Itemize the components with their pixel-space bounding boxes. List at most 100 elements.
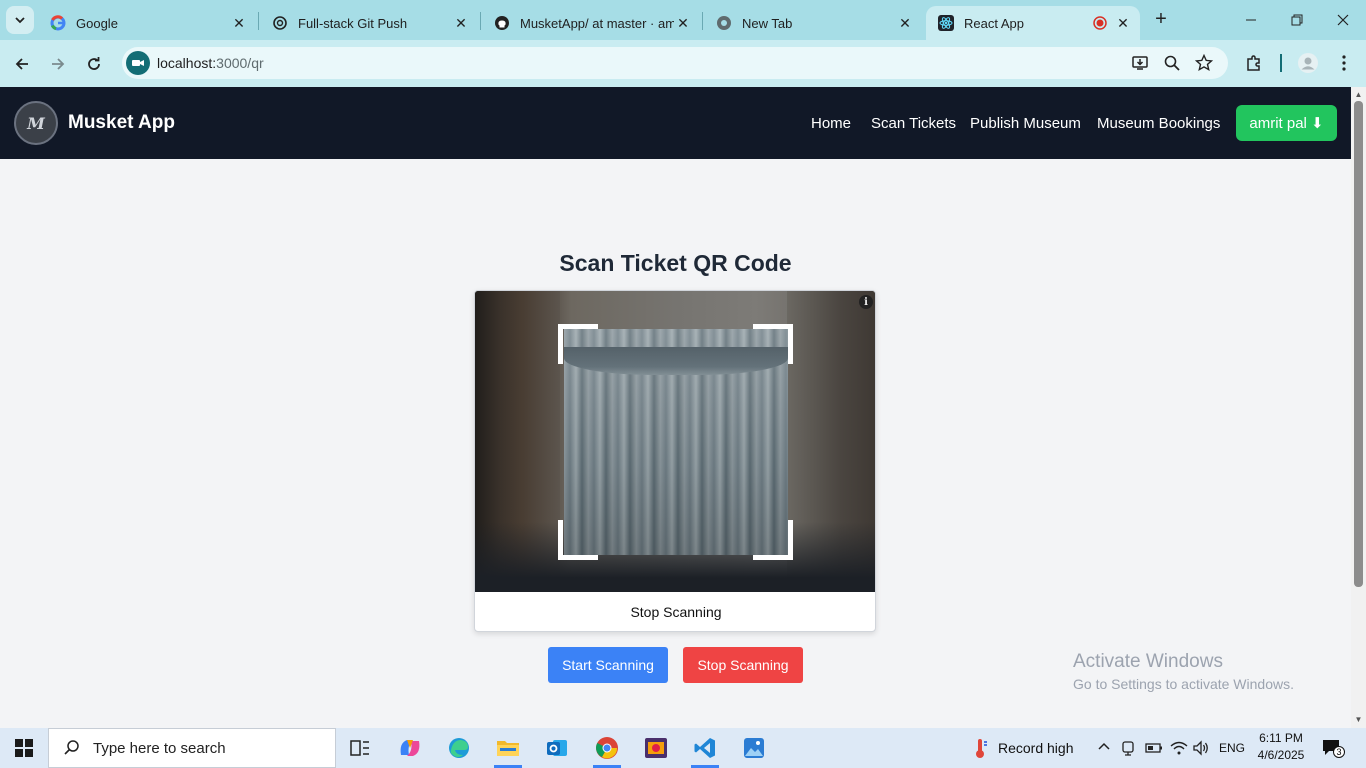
minimize-button[interactable]: [1228, 0, 1274, 40]
vscode-app[interactable]: [681, 728, 729, 768]
qr-scanner: i Stop Scanning: [474, 290, 876, 632]
tab-divider: [480, 12, 481, 30]
google-icon: [50, 15, 66, 31]
tab-new-tab[interactable]: New Tab ✕: [704, 6, 922, 40]
star-icon: [1195, 54, 1213, 72]
media-app[interactable]: [632, 728, 680, 768]
profile-button[interactable]: [1297, 52, 1319, 74]
scroll-down-icon[interactable]: ▼: [1352, 713, 1365, 725]
camera-icon: [132, 60, 144, 66]
clock-date: 4/6/2025: [1257, 748, 1305, 762]
url-text[interactable]: localhost:3000/qr: [157, 55, 264, 71]
stop-scanning-button[interactable]: Stop Scanning: [683, 647, 803, 683]
notification-center-button[interactable]: 3: [1322, 738, 1345, 758]
scanner-stop-link[interactable]: Stop Scanning: [475, 592, 875, 631]
close-icon[interactable]: ✕: [1114, 14, 1132, 32]
extensions-button[interactable]: [1243, 52, 1265, 74]
watermark-subtitle: Go to Settings to activate Windows.: [1073, 676, 1294, 692]
logo-text: M: [27, 113, 45, 133]
nav-home[interactable]: Home: [811, 115, 851, 132]
file-explorer-app[interactable]: [484, 728, 532, 768]
address-bar[interactable]: [122, 47, 1228, 79]
tab-title: MusketApp/ at master · amri: [520, 15, 674, 31]
tab-divider: [258, 12, 259, 30]
nav-scan-tickets[interactable]: Scan Tickets: [871, 115, 956, 132]
media-player-icon: [645, 738, 667, 758]
bookmark-button[interactable]: [1193, 52, 1215, 74]
reload-icon: [88, 57, 100, 70]
close-window-button[interactable]: [1320, 0, 1366, 40]
reload-button[interactable]: [80, 50, 108, 78]
tab-react-app[interactable]: React App ✕: [926, 6, 1140, 40]
tab-title: Full-stack Git Push: [298, 15, 408, 31]
start-scanning-button[interactable]: Start Scanning: [548, 647, 668, 683]
chevron-up-icon[interactable]: [1097, 740, 1111, 759]
clock-time: 6:11 PM: [1259, 731, 1303, 745]
restore-icon: [1291, 14, 1303, 26]
app-logo[interactable]: M: [14, 101, 58, 145]
nav-publish-museum[interactable]: Publish Museum: [970, 115, 1081, 132]
arrow-left-icon: [15, 58, 28, 70]
forward-button[interactable]: [44, 50, 72, 78]
photos-app[interactable]: [730, 728, 778, 768]
scan-corner-marker: [753, 520, 793, 560]
volume-icon[interactable]: [1192, 740, 1210, 761]
user-menu-button[interactable]: amrit pal ⬇: [1236, 105, 1337, 141]
zoom-button[interactable]: [1161, 52, 1183, 74]
notification-count: 3: [1333, 746, 1345, 758]
tab-chatgpt[interactable]: Full-stack Git Push ✕: [260, 6, 478, 40]
tab-google[interactable]: Google ✕: [38, 6, 256, 40]
scrollbar-thumb[interactable]: [1354, 101, 1363, 587]
weather-text[interactable]: Record high: [998, 740, 1074, 756]
toolbar-divider: [1280, 54, 1282, 72]
search-icon: [64, 740, 79, 755]
thermometer-icon[interactable]: [968, 736, 992, 760]
tab-github[interactable]: MusketApp/ at master · amri ✕: [482, 6, 700, 40]
edge-icon: [449, 738, 469, 758]
nav-museum-bookings[interactable]: Museum Bookings: [1097, 115, 1220, 132]
site-info-button[interactable]: [126, 51, 150, 75]
install-app-button[interactable]: [1129, 52, 1151, 74]
install-icon: [1132, 56, 1148, 70]
zoom-icon: [1164, 55, 1180, 71]
menu-button[interactable]: [1333, 52, 1355, 74]
copilot-app[interactable]: [386, 728, 434, 768]
edge-app[interactable]: [435, 728, 483, 768]
chrome-icon: [596, 737, 618, 759]
close-icon[interactable]: ✕: [674, 14, 692, 32]
chrome-app[interactable]: [583, 728, 631, 768]
tab-title: React App: [964, 15, 1024, 31]
close-icon[interactable]: ✕: [452, 14, 470, 32]
more-vertical-icon: [1342, 55, 1346, 71]
restore-button[interactable]: [1274, 0, 1320, 40]
meet-now-icon[interactable]: [1120, 740, 1136, 761]
outlook-icon: [547, 740, 567, 756]
new-tab-button[interactable]: +: [1150, 8, 1172, 30]
puzzle-icon: [1247, 55, 1260, 71]
close-icon[interactable]: ✕: [230, 14, 248, 32]
language-indicator[interactable]: ENG: [1219, 741, 1245, 755]
taskbar-search[interactable]: Type here to search: [48, 728, 336, 768]
camera-feed: i: [475, 291, 875, 592]
battery-icon[interactable]: [1145, 741, 1163, 760]
close-icon[interactable]: ✕: [896, 14, 914, 32]
back-button[interactable]: [8, 50, 36, 78]
start-button[interactable]: [0, 728, 48, 768]
wifi-icon[interactable]: [1170, 740, 1188, 761]
outlook-app[interactable]: [533, 728, 581, 768]
avatar-icon: [1298, 53, 1318, 73]
task-view-button[interactable]: [336, 728, 384, 768]
tab-search-button[interactable]: [6, 6, 34, 34]
taskbar-clock[interactable]: 6:11 PM 4/6/2025: [1252, 730, 1310, 764]
watermark-title: Activate Windows: [1073, 651, 1223, 672]
url-host: localhost:: [157, 55, 217, 71]
activate-windows-watermark: Activate Windows Go to Settings to activ…: [1073, 651, 1294, 692]
vscode-icon: [694, 738, 715, 758]
info-icon[interactable]: i: [859, 295, 873, 309]
scroll-up-icon[interactable]: ▲: [1352, 88, 1365, 100]
arrow-right-icon: [52, 58, 65, 70]
scan-corner-marker: [558, 324, 598, 364]
brand-name[interactable]: Musket App: [68, 112, 175, 134]
react-icon: [938, 15, 954, 31]
url-path: 3000/qr: [216, 55, 264, 71]
